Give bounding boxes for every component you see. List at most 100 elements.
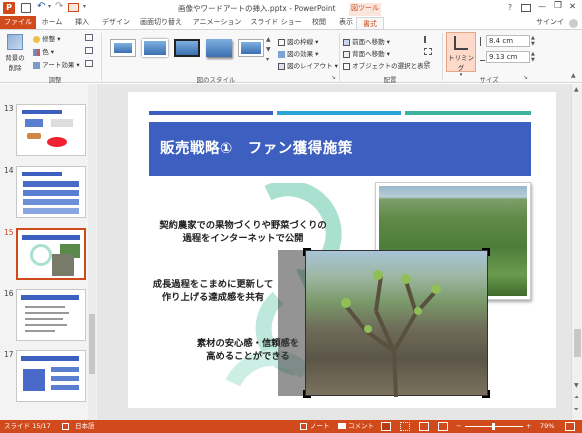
- slide-thumbnail-17[interactable]: [16, 350, 86, 402]
- scroll-down-icon[interactable]: ▼: [574, 382, 579, 389]
- slide[interactable]: 販売戦略① ファン獲得施策 契約農家での果物づくりや野菜づくりの 過程をインター…: [128, 92, 556, 408]
- spellcheck-icon[interactable]: [62, 423, 69, 430]
- slide-sorter-icon[interactable]: [400, 422, 410, 431]
- gallery-scroll-up-icon[interactable]: ▲: [266, 36, 271, 43]
- zoom-level[interactable]: 79%: [540, 420, 554, 433]
- height-value: 8.4 cm: [489, 37, 514, 45]
- reading-view-icon[interactable]: [419, 422, 429, 431]
- thumb-shape: [51, 367, 79, 372]
- save-icon[interactable]: [21, 3, 31, 13]
- app-icon[interactable]: P: [3, 2, 15, 14]
- crop-handle[interactable]: [303, 390, 311, 398]
- crop-handle[interactable]: [482, 248, 490, 256]
- tab-animations[interactable]: アニメーション: [188, 16, 246, 29]
- gallery-more-icon[interactable]: ▾: [266, 56, 269, 63]
- change-picture-icon[interactable]: [85, 47, 93, 54]
- previous-slide-icon[interactable]: ⏶: [574, 394, 579, 402]
- selection-pane-button[interactable]: オブジェクトの選択と表示: [343, 60, 430, 70]
- signin-link[interactable]: サインイン: [533, 16, 567, 39]
- tab-home[interactable]: ホーム: [37, 16, 67, 29]
- close-button[interactable]: ✕: [569, 2, 576, 12]
- picture-style-3[interactable]: [174, 39, 200, 57]
- zoom-slider-thumb[interactable]: [492, 423, 495, 430]
- scroll-up-icon[interactable]: ▲: [574, 86, 579, 93]
- tab-design[interactable]: デザイン: [98, 16, 134, 29]
- redo-icon[interactable]: ↷: [55, 1, 63, 12]
- slideshow-icon[interactable]: [438, 422, 448, 431]
- cycle-text-1[interactable]: 契約農家での果物づくりや野菜づくりの 過程をインターネットで公開: [148, 219, 338, 245]
- rotate-icon[interactable]: ⟳: [424, 59, 431, 68]
- crop-handle[interactable]: [482, 390, 490, 398]
- crop-handle[interactable]: [303, 248, 311, 256]
- present-icon[interactable]: [68, 3, 79, 12]
- crop-button[interactable]: トリミング ▾: [446, 32, 476, 78]
- height-spinner-icon[interactable]: ▲ ▼: [531, 35, 535, 47]
- fit-to-window-icon[interactable]: [565, 422, 575, 431]
- picture-styles-dialog-launcher-icon[interactable]: ↘: [331, 74, 336, 81]
- tab-file[interactable]: ファイル: [0, 16, 36, 29]
- vertical-scrollbar[interactable]: ▲ ▼ ⏶ ⏷: [571, 84, 582, 420]
- tab-transitions[interactable]: 画面切り替え: [136, 16, 186, 29]
- picture-style-4[interactable]: [206, 39, 232, 57]
- undo-icon[interactable]: ↶: [37, 1, 45, 12]
- panel-scrollbar[interactable]: [88, 84, 96, 420]
- help-button[interactable]: ?: [508, 3, 512, 12]
- panel-scroll-thumb[interactable]: [89, 314, 95, 374]
- picture-style-2[interactable]: [142, 39, 168, 57]
- bring-forward-button[interactable]: 前面へ移動 ▾: [343, 36, 390, 46]
- picture-border-button[interactable]: 図の枠線 ▾: [278, 36, 318, 46]
- slide-title[interactable]: 販売戦略① ファン獲得施策: [149, 122, 531, 176]
- remove-background-label-1: 背景の: [5, 54, 25, 62]
- cycle-text-2[interactable]: 成長過程をこまめに更新して 作り上げる達成感を共有: [138, 278, 288, 304]
- title-bar: P ↶ ▾ ↷ ▾ 画像やワードアートの挿入.pptx - PowerPoint…: [0, 0, 582, 16]
- gallery-scroll-down-icon[interactable]: ▼: [266, 46, 271, 53]
- comments-icon[interactable]: [338, 423, 346, 429]
- thumb-shape: [23, 369, 45, 391]
- scroll-thumb[interactable]: [574, 329, 581, 357]
- fig-tree-photo[interactable]: [305, 250, 488, 397]
- chevron-down-icon[interactable]: ▾: [48, 3, 51, 10]
- corrections-button[interactable]: 修整 ▾: [33, 33, 77, 43]
- zoom-out-button[interactable]: −: [456, 420, 461, 433]
- ribbon-display-options-icon[interactable]: [521, 4, 531, 12]
- tab-review[interactable]: 校閲: [306, 16, 332, 29]
- picture-style-5[interactable]: [238, 39, 264, 57]
- thumb-title: [22, 172, 62, 176]
- picture-border-icon: [278, 38, 285, 46]
- zoom-in-button[interactable]: +: [526, 420, 531, 433]
- width-spinner-icon[interactable]: ▲ ▼: [531, 51, 535, 63]
- notes-button[interactable]: ノート: [310, 420, 330, 433]
- width-input[interactable]: 9.13 cm: [486, 51, 530, 63]
- slide-thumbnail-15[interactable]: [16, 228, 86, 280]
- slide-thumbnail-13[interactable]: [16, 104, 86, 156]
- picture-effects-button[interactable]: 図の効果 ▾: [278, 48, 318, 58]
- color-button[interactable]: 色 ▾: [33, 46, 77, 56]
- restore-button[interactable]: ❐: [554, 1, 562, 11]
- picture-style-2-preview-icon: [144, 41, 166, 55]
- align-icon[interactable]: [424, 36, 432, 43]
- reset-picture-icon[interactable]: [85, 60, 93, 67]
- tab-insert[interactable]: 挿入: [69, 16, 95, 29]
- next-slide-icon[interactable]: ⏷: [574, 406, 579, 414]
- send-backward-button[interactable]: 背面へ移動 ▾: [343, 48, 390, 58]
- remove-background-button[interactable]: 背景の 削除: [3, 32, 27, 72]
- artistic-effects-button[interactable]: アート効果 ▾: [33, 59, 83, 69]
- quick-access-menu-icon[interactable]: ▾: [83, 3, 86, 10]
- collapse-ribbon-icon[interactable]: ▲: [571, 72, 576, 79]
- picture-style-1[interactable]: [110, 39, 136, 57]
- slide-thumbnail-16[interactable]: [16, 289, 86, 341]
- minimize-button[interactable]: —: [538, 2, 546, 11]
- normal-view-icon[interactable]: [381, 422, 391, 431]
- user-icon[interactable]: [569, 19, 578, 28]
- language-indicator[interactable]: 日本語: [75, 420, 95, 433]
- size-dialog-launcher-icon[interactable]: ↘: [523, 74, 528, 81]
- comments-button[interactable]: コメント: [348, 420, 374, 433]
- compress-pictures-icon[interactable]: [85, 34, 93, 41]
- height-input[interactable]: 8.4 cm: [486, 35, 530, 47]
- tab-slideshow[interactable]: スライド ショー: [248, 16, 304, 29]
- picture-layout-button[interactable]: 図のレイアウト ▾: [278, 60, 338, 70]
- notes-icon[interactable]: [300, 423, 307, 430]
- group-icon[interactable]: [424, 48, 432, 55]
- zoom-slider[interactable]: [465, 423, 523, 430]
- slide-thumbnail-14[interactable]: [16, 166, 86, 218]
